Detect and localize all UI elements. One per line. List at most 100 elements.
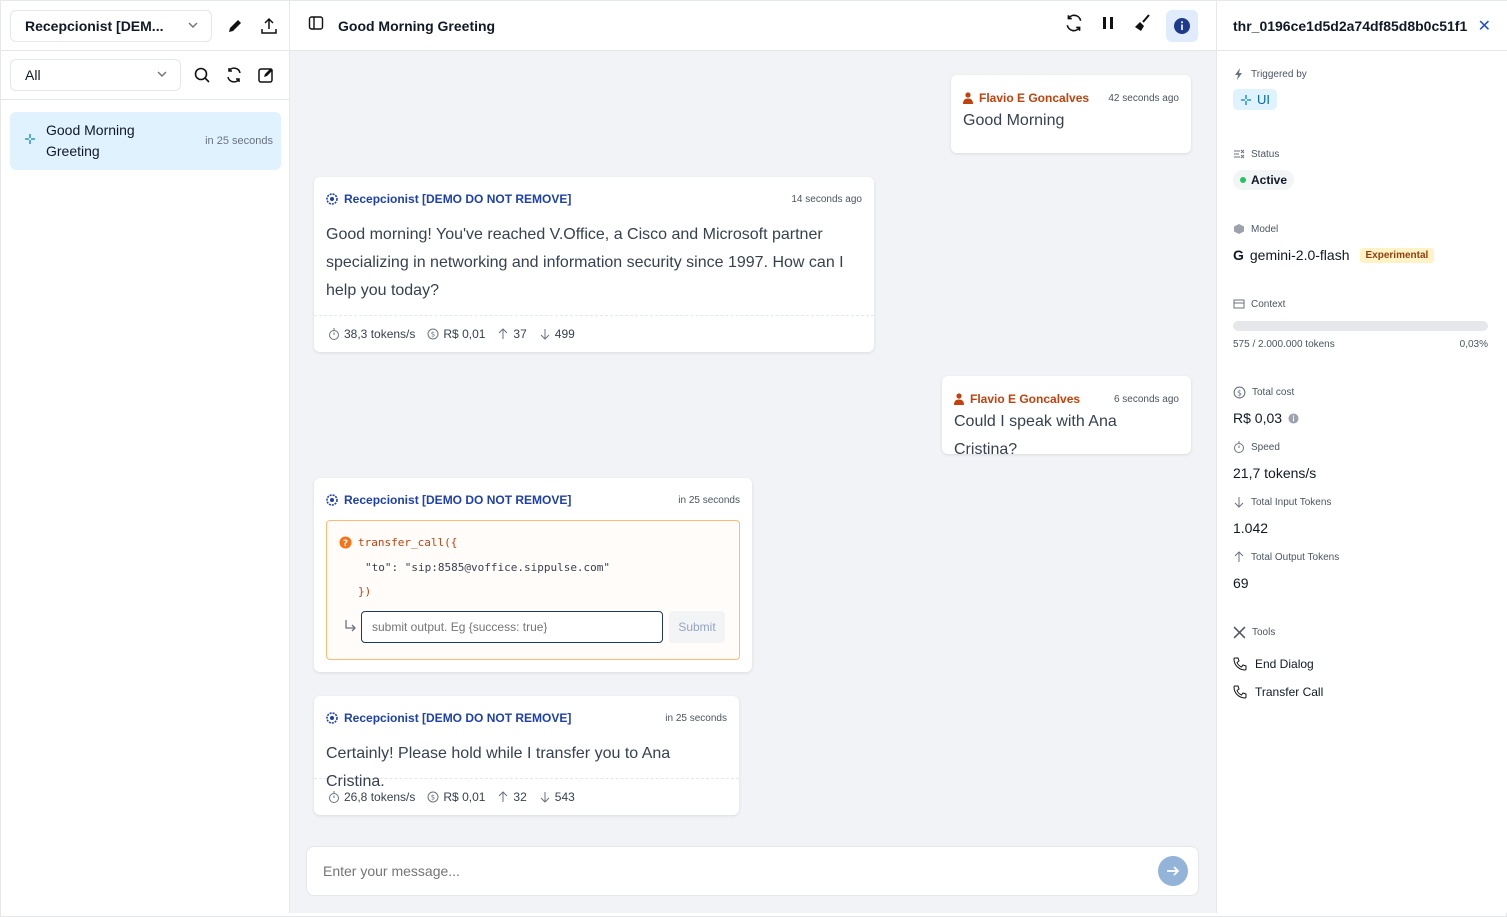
output-tokens-metric: 499: [539, 327, 575, 341]
sparkle-icon: [1241, 94, 1251, 105]
sidebar: Recepcionist [DEM... All Good Morning Gr…: [1, 1, 290, 913]
thread-time: in 25 seconds: [205, 135, 273, 147]
send-button[interactable]: [1158, 856, 1188, 886]
context-percent: 0,03%: [1459, 339, 1488, 350]
svg-text:$: $: [431, 794, 435, 802]
message-composer: [306, 846, 1199, 896]
message-time: 42 seconds ago: [1108, 92, 1179, 104]
tool-output-input[interactable]: [361, 611, 663, 643]
status-dot: [1240, 177, 1246, 183]
triggered-label: Triggered by: [1233, 68, 1307, 80]
pause-icon[interactable]: [1098, 13, 1118, 38]
assistant-message: Recepcionist [DEMO DO NOT REMOVE] in 25 …: [314, 696, 739, 815]
user-message: Flavio E Goncalves 42 seconds ago Good M…: [951, 75, 1191, 153]
input-tokens-metric: 32: [497, 790, 527, 804]
coin-icon: $: [427, 791, 439, 803]
chevron-down-icon: [187, 18, 199, 34]
message-metrics: 38,3 tokens/s $ R$ 0,01 37 499: [314, 315, 874, 352]
google-icon: G: [1233, 247, 1244, 263]
cost-metric: $ R$ 0,01: [427, 327, 485, 341]
tools-label: Tools: [1233, 626, 1275, 639]
search-icon[interactable]: [191, 64, 213, 86]
message-text: Could I speak with Ana Cristina?: [954, 413, 1117, 458]
agent-select[interactable]: Recepcionist [DEM...: [10, 9, 213, 42]
broom-icon[interactable]: [1132, 13, 1152, 38]
refresh-icon[interactable]: [1064, 13, 1084, 38]
sparkle-icon: [24, 132, 36, 150]
message-author: Recepcionist [DEMO DO NOT REMOVE]: [326, 711, 571, 725]
stopwatch-icon: [1234, 441, 1244, 453]
message-text: Certainly! Please hold while I transfer …: [326, 745, 671, 790]
filter-select[interactable]: All: [10, 59, 181, 91]
bot-icon: [326, 712, 338, 724]
total-cost-label: $ Total cost: [1233, 386, 1294, 399]
header-actions: [1064, 9, 1198, 42]
tool-item[interactable]: End Dialog: [1233, 657, 1314, 671]
output-tokens-value: 69: [1233, 575, 1249, 591]
sidebar-filter-bar: All: [1, 51, 289, 100]
status-label: Status: [1233, 148, 1279, 160]
input-tokens-label: Total Input Tokens: [1233, 496, 1331, 508]
arrow-down-icon: [1234, 497, 1244, 508]
message-author: Recepcionist [DEMO DO NOT REMOVE]: [326, 493, 571, 507]
speed-label: Speed: [1233, 441, 1280, 453]
stopwatch-icon: [329, 791, 339, 803]
info-icon: [1174, 17, 1190, 34]
page-title: Good Morning Greeting: [338, 17, 496, 34]
total-cost-value: R$ 0,03: [1233, 410, 1299, 426]
status-icon: [1234, 149, 1245, 159]
tool-call-args: "to": "sip:8585@voffice.sippulse.com": [365, 561, 611, 574]
message-input[interactable]: [323, 863, 1158, 879]
refresh-icon[interactable]: [223, 64, 245, 86]
question-icon: ?: [339, 536, 352, 549]
thread-title: Good Morning Greeting: [46, 122, 135, 159]
bot-icon: [326, 494, 338, 506]
triggered-value: UI: [1233, 89, 1277, 110]
context-label: Context: [1233, 298, 1285, 310]
message-time: in 25 seconds: [678, 494, 740, 506]
message-text: Good Morning: [963, 112, 1065, 129]
details-header: thr_0196ce1d5d2a74df85d8b0c51f1 ✕: [1217, 1, 1507, 51]
new-thread-icon[interactable]: [255, 64, 277, 86]
input-tokens-metric: 37: [497, 327, 527, 341]
chat-area: Good Morning Greeting Flavio E Goncalves…: [290, 1, 1217, 913]
coin-icon: $: [427, 328, 439, 340]
arrow-down-icon: [540, 792, 550, 803]
user-icon: [954, 393, 964, 405]
svg-text:$: $: [431, 331, 435, 339]
stopwatch-icon: [329, 328, 339, 340]
user-message: Flavio E Goncalves 6 seconds ago Could I…: [942, 376, 1191, 458]
tool-call-close: }): [358, 585, 372, 598]
status-badge: Active: [1233, 170, 1295, 190]
card-icon: [1233, 299, 1245, 309]
message-author: Flavio E Goncalves: [963, 91, 1089, 105]
message-author: Recepcionist [DEMO DO NOT REMOVE]: [326, 192, 571, 206]
input-tokens-value: 1.042: [1233, 520, 1269, 536]
info-button[interactable]: [1166, 9, 1198, 42]
thread-details-panel: thr_0196ce1d5d2a74df85d8b0c51f1 ✕ Trigge…: [1217, 1, 1507, 913]
message-text: Good morning! You've reached V.Office, a…: [326, 226, 844, 299]
lightning-icon: [1235, 68, 1242, 80]
coin-icon: $: [1233, 386, 1246, 399]
model-label: Model: [1233, 223, 1278, 235]
tool-call-line: ? transfer_call({: [339, 536, 457, 549]
arrow-up-icon: [1234, 551, 1244, 562]
close-icon[interactable]: ✕: [1478, 16, 1491, 36]
experimental-badge: Experimental: [1359, 247, 1435, 263]
thread-list-item[interactable]: Good Morning Greeting in 25 seconds: [10, 112, 281, 170]
filter-select-label: All: [25, 67, 41, 83]
agent-select-label: Recepcionist [DEM...: [25, 17, 164, 34]
return-arrow-icon: [343, 619, 357, 638]
chevron-down-icon: [156, 67, 168, 83]
thread-id: thr_0196ce1d5d2a74df85d8b0c51f1: [1233, 17, 1468, 34]
submit-button[interactable]: Submit: [669, 611, 725, 643]
pencil-icon[interactable]: [224, 15, 246, 37]
svg-text:?: ?: [343, 539, 348, 549]
speed-metric: 26,8 tokens/s: [328, 790, 415, 804]
tool-call-box: ? transfer_call({ "to": "sip:8585@voffic…: [326, 520, 740, 660]
svg-text:$: $: [1237, 388, 1242, 397]
upload-icon[interactable]: [258, 15, 280, 37]
output-tokens-label: Total Output Tokens: [1233, 551, 1339, 563]
tool-item[interactable]: Transfer Call: [1233, 685, 1323, 699]
sidebar-toggle-icon[interactable]: [308, 15, 324, 36]
